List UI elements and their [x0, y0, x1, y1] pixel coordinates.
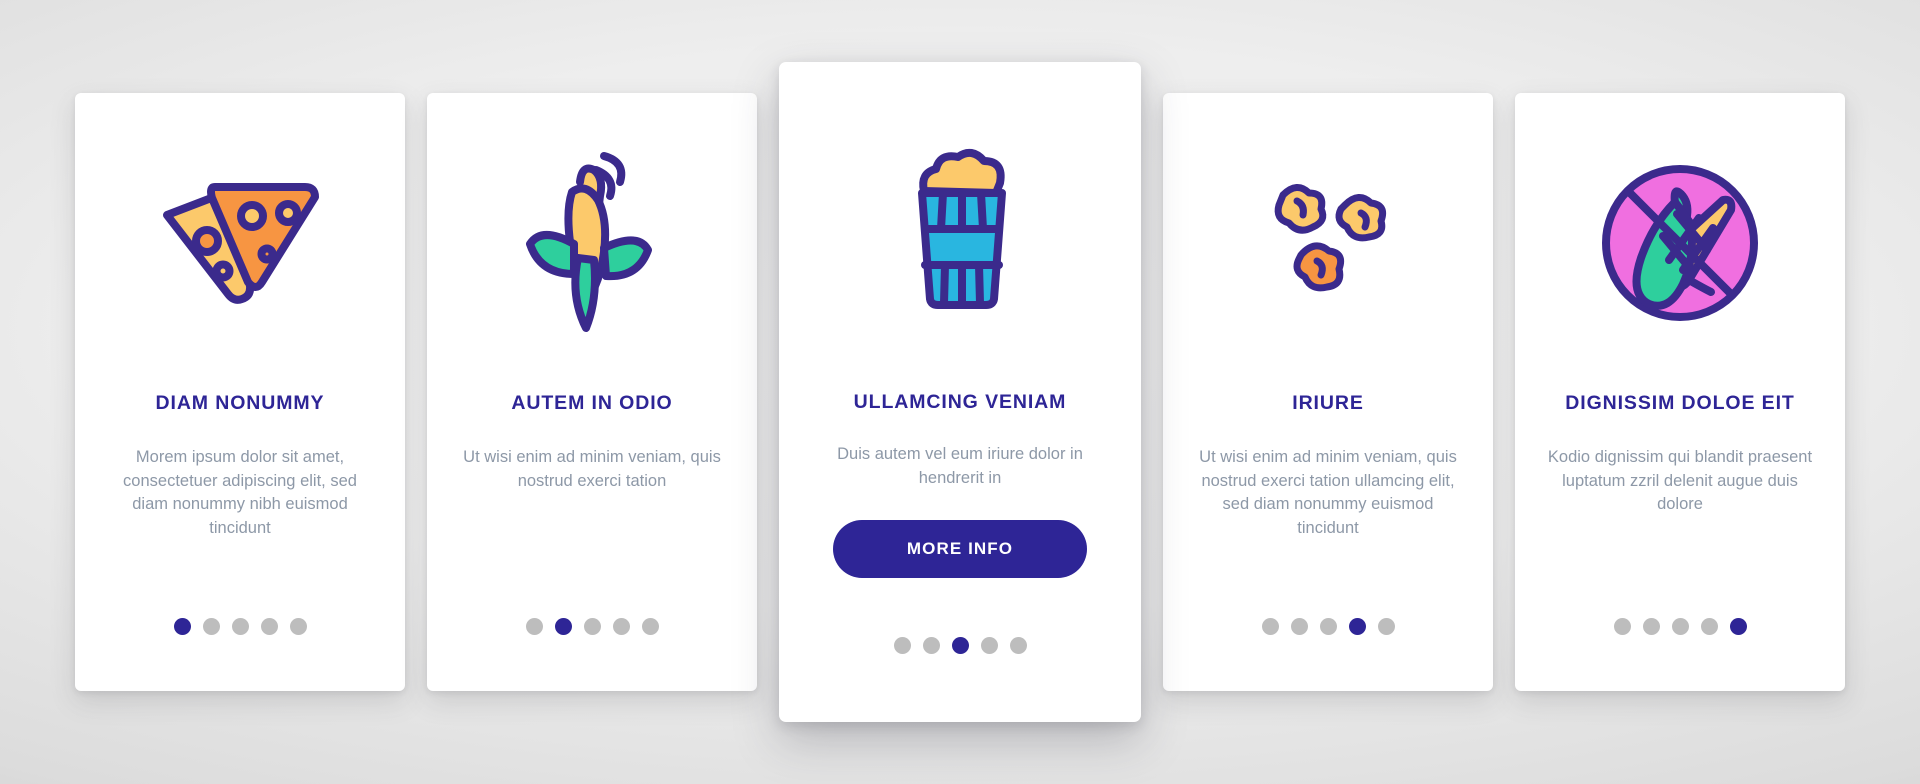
- pagination-dots[interactable]: [75, 618, 405, 635]
- pagination-dot[interactable]: [1290, 618, 1308, 635]
- pagination-dot[interactable]: [1348, 618, 1366, 635]
- onboarding-card-1[interactable]: DIAM NONUMMY Morem ipsum dolor sit amet,…: [75, 93, 405, 691]
- pagination-dot[interactable]: [1319, 618, 1337, 635]
- card-body-text: Ut wisi enim ad minim veniam, quis nostr…: [1199, 448, 1457, 537]
- pagination-dot[interactable]: [1009, 637, 1027, 654]
- pagination-dot[interactable]: [260, 618, 278, 635]
- pagination-dot[interactable]: [554, 618, 572, 635]
- card-body-text: Morem ipsum dolor sit amet, consectetuer…: [123, 448, 357, 537]
- card-title: ULLAMCING VENIAM: [853, 391, 1067, 413]
- pagination-dot[interactable]: [980, 637, 998, 654]
- pagination-dot[interactable]: [289, 618, 307, 635]
- pagination-dot[interactable]: [922, 637, 940, 654]
- onboarding-card-4[interactable]: IRIURE Ut wisi enim ad minim veniam, qui…: [1163, 93, 1493, 691]
- card-body-text: Ut wisi enim ad minim veniam, quis nostr…: [463, 448, 721, 490]
- nacho-chips-icon: [95, 93, 385, 393]
- pagination-dots[interactable]: [1163, 618, 1493, 635]
- pagination-dot[interactable]: [202, 618, 220, 635]
- onboarding-card-2[interactable]: AUTEM IN ODIO Ut wisi enim ad minim veni…: [427, 93, 757, 691]
- pagination-dot[interactable]: [231, 618, 249, 635]
- card-title: DIAM NONUMMY: [155, 392, 325, 414]
- card-title: DIGNISSIM DOLOE EIT: [1565, 392, 1795, 414]
- pagination-dot[interactable]: [1729, 618, 1747, 635]
- card-title: AUTEM IN ODIO: [511, 392, 673, 414]
- pagination-dot[interactable]: [1700, 618, 1718, 635]
- pagination-dot[interactable]: [525, 618, 543, 635]
- card-body-text: Kodio dignissim qui blandit praesent lup…: [1547, 448, 1813, 514]
- more-info-button[interactable]: MORE INFO: [833, 520, 1087, 579]
- corn-plant-icon: [447, 93, 737, 393]
- pagination-dot[interactable]: [1613, 618, 1631, 635]
- pagination-dots[interactable]: [1515, 618, 1845, 635]
- popcorn-box-icon: [799, 62, 1121, 392]
- pagination-dot[interactable]: [1671, 618, 1689, 635]
- pagination-dots[interactable]: [779, 637, 1141, 654]
- no-corn-icon: [1535, 93, 1825, 393]
- card-body-text: Duis autem vel eum iriure dolor in hendr…: [837, 445, 1083, 487]
- pagination-dots[interactable]: [427, 618, 757, 635]
- card-deck: DIAM NONUMMY Morem ipsum dolor sit amet,…: [0, 0, 1920, 784]
- cta-row: MORE INFO: [799, 520, 1121, 579]
- pagination-dot[interactable]: [583, 618, 601, 635]
- popcorn-kernels-icon: [1183, 93, 1473, 393]
- pagination-dot[interactable]: [612, 618, 630, 635]
- pagination-dot[interactable]: [1261, 618, 1279, 635]
- pagination-dot[interactable]: [1377, 618, 1395, 635]
- onboarding-card-5[interactable]: DIGNISSIM DOLOE EIT Kodio dignissim qui …: [1515, 93, 1845, 691]
- card-title: IRIURE: [1292, 392, 1364, 414]
- onboarding-card-3[interactable]: ULLAMCING VENIAM Duis autem vel eum iriu…: [779, 62, 1141, 722]
- pagination-dot[interactable]: [1642, 618, 1660, 635]
- onboarding-screens: DIAM NONUMMY Morem ipsum dolor sit amet,…: [0, 0, 1920, 784]
- pagination-dot[interactable]: [641, 618, 659, 635]
- pagination-dot[interactable]: [893, 637, 911, 654]
- pagination-dot[interactable]: [951, 637, 969, 654]
- pagination-dot[interactable]: [173, 618, 191, 635]
